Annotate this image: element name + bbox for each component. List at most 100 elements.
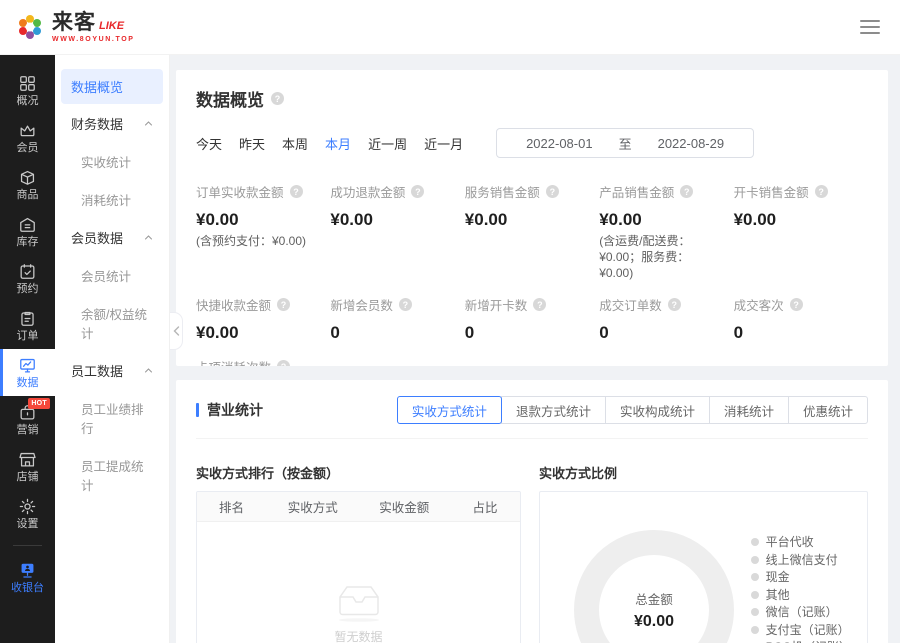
tab-consumption[interactable]: 消耗统计 <box>709 396 789 424</box>
submenu-section-member[interactable]: 会员数据 <box>61 218 163 256</box>
help-icon[interactable] <box>533 298 546 311</box>
filter-last-7-days[interactable]: 近一周 <box>368 134 407 153</box>
date-end[interactable]: 2022-08-29 <box>658 136 725 151</box>
gear-icon <box>18 497 37 516</box>
storefront-icon <box>18 450 37 469</box>
help-icon[interactable] <box>668 298 681 311</box>
stat-new-members: 新增会员数 0 <box>330 295 464 343</box>
nav-item-products[interactable]: 商品 <box>0 161 55 208</box>
stats-tab-group: 实收方式统计 退款方式统计 实收构成统计 消耗统计 优惠统计 <box>397 396 868 424</box>
monitor-chart-icon <box>18 356 37 375</box>
submenu-item-member-stats[interactable]: 会员统计 <box>61 256 163 294</box>
donut-center-label: 总金额 <box>635 589 673 608</box>
chevron-up-icon <box>144 233 153 242</box>
help-icon[interactable] <box>271 92 284 105</box>
nav-item-data[interactable]: 数据 <box>0 349 55 396</box>
nav-item-overview[interactable]: 概况 <box>0 67 55 114</box>
tab-receipt-method[interactable]: 实收方式统计 <box>397 396 502 424</box>
help-icon[interactable] <box>546 185 559 198</box>
nav-divider <box>13 545 42 546</box>
submenu-section-finance[interactable]: 财务数据 <box>61 104 163 142</box>
chart-legend: 平台代收 线上微信支付 现金 其他 微信（记账） 支付宝（记账） POS机（记账… <box>751 536 851 643</box>
stat-customer-visits: 成交客次 0 <box>734 295 868 343</box>
brand-logo[interactable]: 来客 LIKE WWW.8OYUN.TOP <box>14 11 135 43</box>
stat-refunds: 成功退款金额 ¥0.00 <box>330 182 464 281</box>
stat-card-consumption: 卡项消耗次数 0 <box>196 357 330 366</box>
legend-item[interactable]: 现金 <box>751 571 851 584</box>
col-rank: 排名 <box>197 497 267 516</box>
top-header: 来客 LIKE WWW.8OYUN.TOP <box>0 0 900 55</box>
clipboard-icon <box>18 309 37 328</box>
stat-new-cards: 新增开卡数 0 <box>465 295 599 343</box>
submenu-item-staff-commission[interactable]: 员工提成统计 <box>61 446 163 503</box>
submenu-item-receipt-stats[interactable]: 实收统计 <box>61 142 163 180</box>
sidebar-collapse-handle[interactable] <box>170 312 183 350</box>
empty-text: 暂无数据 <box>334 628 382 643</box>
menu-toggle-icon[interactable] <box>860 20 880 34</box>
filter-yesterday[interactable]: 昨天 <box>239 134 265 153</box>
brand-name: 来客 <box>52 12 96 33</box>
stat-completed-orders: 成交订单数 0 <box>599 295 733 343</box>
empty-state: 暂无数据 <box>197 580 520 643</box>
submenu-item-consumption-stats[interactable]: 消耗统计 <box>61 180 163 218</box>
help-icon[interactable] <box>790 298 803 311</box>
help-icon[interactable] <box>290 185 303 198</box>
date-range-picker[interactable]: 2022-08-01 至 2022-08-29 <box>496 128 754 158</box>
date-separator: 至 <box>619 134 632 153</box>
stat-card-sales: 开卡销售金额 ¥0.00 <box>734 182 868 281</box>
submenu-item-staff-rank[interactable]: 员工业绩排行 <box>61 389 163 446</box>
warehouse-icon <box>18 215 37 234</box>
tab-refund-method[interactable]: 退款方式统计 <box>501 396 606 424</box>
legend-item[interactable]: 支付宝（记账） <box>751 624 851 637</box>
legend-dot <box>751 626 759 634</box>
filter-this-week[interactable]: 本周 <box>282 134 308 153</box>
brand-domain: WWW.8OYUN.TOP <box>52 36 135 43</box>
stat-product-sales: 产品销售金额 ¥0.00 (含运费/配送费：¥0.00；服务费：¥0.00) <box>599 182 733 281</box>
nav-item-members[interactable]: 会员 <box>0 114 55 161</box>
legend-dot <box>751 591 759 599</box>
package-icon <box>18 168 37 187</box>
col-amount: 实收金额 <box>359 497 451 516</box>
donut-center-value: ¥0.00 <box>634 613 674 631</box>
date-start[interactable]: 2022-08-01 <box>526 136 593 151</box>
help-icon[interactable] <box>277 360 290 366</box>
help-icon[interactable] <box>399 298 412 311</box>
section-accent-bar <box>196 403 199 417</box>
stats-grid: 订单实收款金额 ¥0.00 (含预约支付：¥0.00) 成功退款金额 ¥0.00… <box>196 182 868 366</box>
legend-item[interactable]: 其他 <box>751 589 851 602</box>
filter-last-30-days[interactable]: 近一月 <box>424 134 463 153</box>
nav-item-marketing[interactable]: HOT 营销 <box>0 396 55 443</box>
legend-item[interactable]: 线上微信支付 <box>751 554 851 567</box>
submenu-item-data-overview[interactable]: 数据概览 <box>61 69 163 104</box>
nav-item-appointments[interactable]: 预约 <box>0 255 55 302</box>
nav-item-cashier[interactable]: 收银台 <box>0 554 55 601</box>
help-icon[interactable] <box>277 298 290 311</box>
rank-table: 排名 实收方式 实收金额 占比 暂无数据 <box>196 491 521 643</box>
hot-badge: HOT <box>28 398 50 409</box>
col-share: 占比 <box>450 497 520 516</box>
filter-today[interactable]: 今天 <box>196 134 222 153</box>
nav-item-orders[interactable]: 订单 <box>0 302 55 349</box>
submenu-section-staff[interactable]: 员工数据 <box>61 351 163 389</box>
brand-suffix: LIKE <box>99 21 124 33</box>
tab-discount[interactable]: 优惠统计 <box>788 396 868 424</box>
chevron-up-icon <box>144 119 153 128</box>
page-title: 数据概览 <box>196 86 264 111</box>
legend-item[interactable]: 微信（记账） <box>751 606 851 619</box>
data-submenu: 数据概览 财务数据 实收统计 消耗统计 会员数据 会员统计 余额/权益统计 员工… <box>55 55 170 643</box>
crown-icon <box>18 121 37 140</box>
tab-receipt-composition[interactable]: 实收构成统计 <box>605 396 710 424</box>
legend-item[interactable]: 平台代收 <box>751 536 851 549</box>
stat-service-sales: 服务销售金额 ¥0.00 <box>465 182 599 281</box>
ratio-chart: 总金额 ¥0.00 平台代收 线上微信支付 现金 其他 微信（记账） 支付宝（记… <box>539 491 868 643</box>
nav-item-inventory[interactable]: 库存 <box>0 208 55 255</box>
filter-this-month[interactable]: 本月 <box>325 134 351 153</box>
help-icon[interactable] <box>680 185 693 198</box>
grid-icon <box>18 74 37 93</box>
nav-item-shop[interactable]: 店铺 <box>0 443 55 490</box>
main-nav-rail: 概况 会员 商品 库存 预约 订单 数据 HOT 营销 店铺 设置 收银台 <box>0 55 55 643</box>
help-icon[interactable] <box>411 185 424 198</box>
help-icon[interactable] <box>815 185 828 198</box>
nav-item-settings[interactable]: 设置 <box>0 490 55 537</box>
submenu-item-balance-stats[interactable]: 余额/权益统计 <box>61 294 163 351</box>
